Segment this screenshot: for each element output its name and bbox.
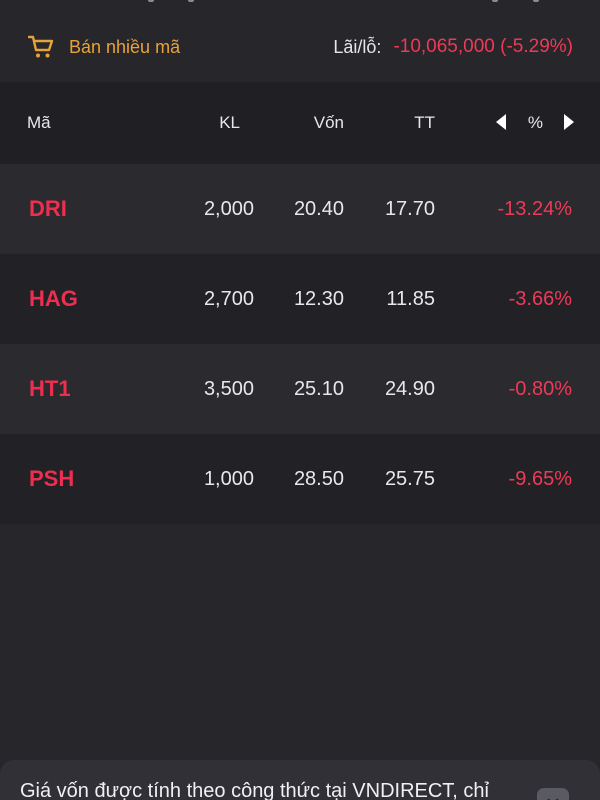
profit-loss-value: -10,065,000 (-5.29%) xyxy=(393,36,573,57)
table-header: Mã KL Vốn TT % xyxy=(0,82,600,164)
volume-cell: 3,500 xyxy=(203,378,254,400)
sell-many-button[interactable]: Bán nhiều mã xyxy=(28,35,180,59)
market-price-cell: 25.75 xyxy=(384,468,435,490)
action-bar: Bán nhiều mã Lãi/lỗ: -10,065,000 (-5.29%… xyxy=(0,12,600,82)
percent-change-cell: -0.80% xyxy=(508,378,572,400)
volume-cell: 1,000 xyxy=(203,468,254,490)
cost-cell: 12.30 xyxy=(293,288,344,310)
sell-many-label: Bán nhiều mã xyxy=(69,36,181,57)
table-row[interactable]: PSH 1,000 28.50 25.75 -9.65% xyxy=(0,434,600,524)
caret-right-icon[interactable] xyxy=(564,114,574,130)
market-price-cell: 17.70 xyxy=(384,198,435,220)
market-price-cell: 11.85 xyxy=(386,288,435,310)
header-market: TT xyxy=(414,113,435,132)
symbol-cell: HAG xyxy=(29,286,78,311)
header-volume: KL xyxy=(219,113,240,132)
percent-change-cell: -9.65% xyxy=(508,468,572,490)
cost-cell: 20.40 xyxy=(293,198,344,220)
cart-icon xyxy=(28,35,54,59)
header-symbol: Mã xyxy=(27,113,51,132)
volume-cell: 2,000 xyxy=(203,198,254,220)
percent-change-cell: -3.66% xyxy=(508,288,572,310)
previous-row-cutoff xyxy=(0,0,600,6)
holdings-list: DRI 2,000 20.40 17.70 -13.24% HAG 2,700 … xyxy=(0,164,600,524)
portfolio-screen: Bán nhiều mã Lãi/lỗ: -10,065,000 (-5.29%… xyxy=(0,0,600,800)
close-icon[interactable] xyxy=(537,788,569,800)
symbol-cell: HT1 xyxy=(29,376,71,401)
cost-cell: 25.10 xyxy=(293,378,344,400)
header-cost: Vốn xyxy=(313,113,344,132)
note-text: Giá vốn được tính theo công thức tại VND… xyxy=(20,780,489,800)
cost-cell: 28.50 xyxy=(293,468,344,490)
symbol-cell: PSH xyxy=(29,466,75,491)
market-price-cell: 24.90 xyxy=(384,378,435,400)
header-percent: % xyxy=(527,113,543,132)
table-row[interactable]: DRI 2,000 20.40 17.70 -13.24% xyxy=(0,164,600,254)
table-row[interactable]: HAG 2,700 12.30 11.85 -3.66% xyxy=(0,254,600,344)
symbol-cell: DRI xyxy=(29,196,67,221)
table-row[interactable]: HT1 3,500 25.10 24.90 -0.80% xyxy=(0,344,600,434)
profit-loss-summary: Lãi/lỗ: -10,065,000 (-5.29%) xyxy=(333,36,573,58)
volume-cell: 2,700 xyxy=(203,288,254,310)
percent-change-cell: -13.24% xyxy=(497,198,573,220)
caret-left-icon[interactable] xyxy=(496,114,506,130)
profit-loss-label: Lãi/lỗ: xyxy=(333,36,382,57)
cost-basis-note: Giá vốn được tính theo công thức tại VND… xyxy=(0,760,600,800)
